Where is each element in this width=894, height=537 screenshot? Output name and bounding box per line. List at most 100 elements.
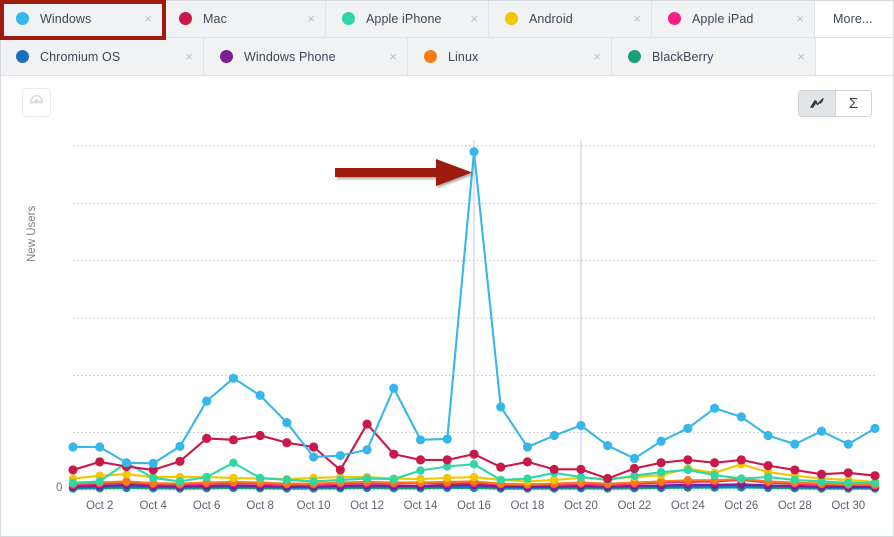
data-point[interactable] (603, 474, 612, 483)
data-point[interactable] (657, 468, 665, 476)
tab-close-icon[interactable]: × (307, 12, 315, 25)
data-point[interactable] (657, 458, 666, 467)
data-point[interactable] (469, 147, 478, 156)
data-point[interactable] (149, 459, 158, 468)
data-point[interactable] (390, 475, 398, 483)
data-point[interactable] (416, 455, 425, 464)
data-point[interactable] (817, 470, 826, 479)
data-point[interactable] (870, 424, 879, 433)
data-point[interactable] (229, 435, 238, 444)
data-point[interactable] (763, 431, 772, 440)
data-point[interactable] (577, 473, 585, 481)
data-point[interactable] (336, 465, 345, 474)
data-point[interactable] (523, 474, 531, 482)
data-point[interactable] (309, 477, 317, 485)
gauge-button[interactable] (22, 88, 51, 117)
data-point[interactable] (470, 473, 478, 481)
tab-close-icon[interactable]: × (797, 50, 805, 63)
tab-close-icon[interactable]: × (593, 50, 601, 63)
data-point[interactable] (710, 404, 719, 413)
data-point[interactable] (309, 452, 318, 461)
data-point[interactable] (95, 442, 104, 451)
data-point[interactable] (790, 465, 799, 474)
data-point[interactable] (68, 442, 77, 451)
data-point[interactable] (256, 431, 265, 440)
data-point[interactable] (710, 458, 719, 467)
data-point[interactable] (443, 455, 452, 464)
tab-close-icon[interactable]: × (470, 12, 478, 25)
data-point[interactable] (844, 440, 853, 449)
data-point[interactable] (95, 457, 104, 466)
data-point[interactable] (764, 473, 772, 481)
tab-linux[interactable]: Linux× (408, 38, 612, 76)
tab-close-icon[interactable]: × (144, 12, 152, 25)
tab-more-dropdown[interactable]: More... (815, 0, 894, 38)
tab-android[interactable]: Android× (489, 0, 652, 38)
data-point[interactable] (256, 474, 264, 482)
data-point[interactable] (122, 477, 130, 485)
data-point[interactable] (229, 459, 237, 467)
data-point[interactable] (496, 402, 505, 411)
data-point[interactable] (737, 455, 746, 464)
tab-apple-ipad[interactable]: Apple iPad× (652, 0, 815, 38)
tab-windows[interactable]: Windows× (0, 0, 163, 38)
data-point[interactable] (737, 412, 746, 421)
data-point[interactable] (523, 442, 532, 451)
data-point[interactable] (790, 440, 799, 449)
data-point[interactable] (389, 450, 398, 459)
data-point[interactable] (550, 476, 558, 484)
data-point[interactable] (683, 455, 692, 464)
data-point[interactable] (497, 476, 505, 484)
data-point[interactable] (496, 462, 505, 471)
data-point[interactable] (523, 457, 532, 466)
data-point[interactable] (844, 468, 853, 477)
data-point[interactable] (69, 479, 77, 487)
data-point[interactable] (336, 476, 344, 484)
data-point[interactable] (576, 465, 585, 474)
data-point[interactable] (443, 434, 452, 443)
tab-windows-phone[interactable]: Windows Phone× (204, 38, 408, 76)
data-point[interactable] (630, 464, 639, 473)
data-point[interactable] (229, 374, 238, 383)
data-point[interactable] (202, 397, 211, 406)
data-point[interactable] (737, 474, 745, 482)
data-point[interactable] (469, 450, 478, 459)
data-point[interactable] (657, 437, 666, 446)
tab-mac[interactable]: Mac× (163, 0, 326, 38)
tab-apple-iphone[interactable]: Apple iPhone× (326, 0, 489, 38)
data-point[interactable] (416, 466, 424, 474)
data-point[interactable] (630, 454, 639, 463)
data-point[interactable] (229, 474, 237, 482)
data-point[interactable] (202, 473, 210, 481)
data-point[interactable] (282, 418, 291, 427)
data-point[interactable] (684, 476, 692, 484)
tab-close-icon[interactable]: × (633, 12, 641, 25)
data-point[interactable] (122, 470, 130, 478)
data-point[interactable] (470, 460, 478, 468)
data-point[interactable] (256, 391, 265, 400)
data-point[interactable] (576, 421, 585, 430)
data-point[interactable] (844, 479, 852, 487)
data-point[interactable] (710, 471, 718, 479)
data-point[interactable] (175, 442, 184, 451)
data-point[interactable] (363, 474, 371, 482)
data-point[interactable] (683, 424, 692, 433)
data-point[interactable] (603, 441, 612, 450)
tab-close-icon[interactable]: × (389, 50, 397, 63)
data-point[interactable] (550, 431, 559, 440)
data-point[interactable] (550, 465, 559, 474)
data-point[interactable] (870, 471, 879, 480)
data-point[interactable] (96, 477, 104, 485)
data-point[interactable] (149, 474, 157, 482)
data-point[interactable] (763, 461, 772, 470)
tab-close-icon[interactable]: × (185, 50, 193, 63)
data-point[interactable] (362, 419, 371, 428)
data-point[interactable] (283, 476, 291, 484)
data-point[interactable] (684, 466, 692, 474)
data-point[interactable] (68, 465, 77, 474)
data-point[interactable] (176, 477, 184, 485)
line-chart-toggle[interactable] (799, 91, 835, 116)
data-point[interactable] (362, 445, 371, 454)
data-point[interactable] (443, 474, 451, 482)
sum-toggle[interactable]: Σ (835, 91, 871, 116)
